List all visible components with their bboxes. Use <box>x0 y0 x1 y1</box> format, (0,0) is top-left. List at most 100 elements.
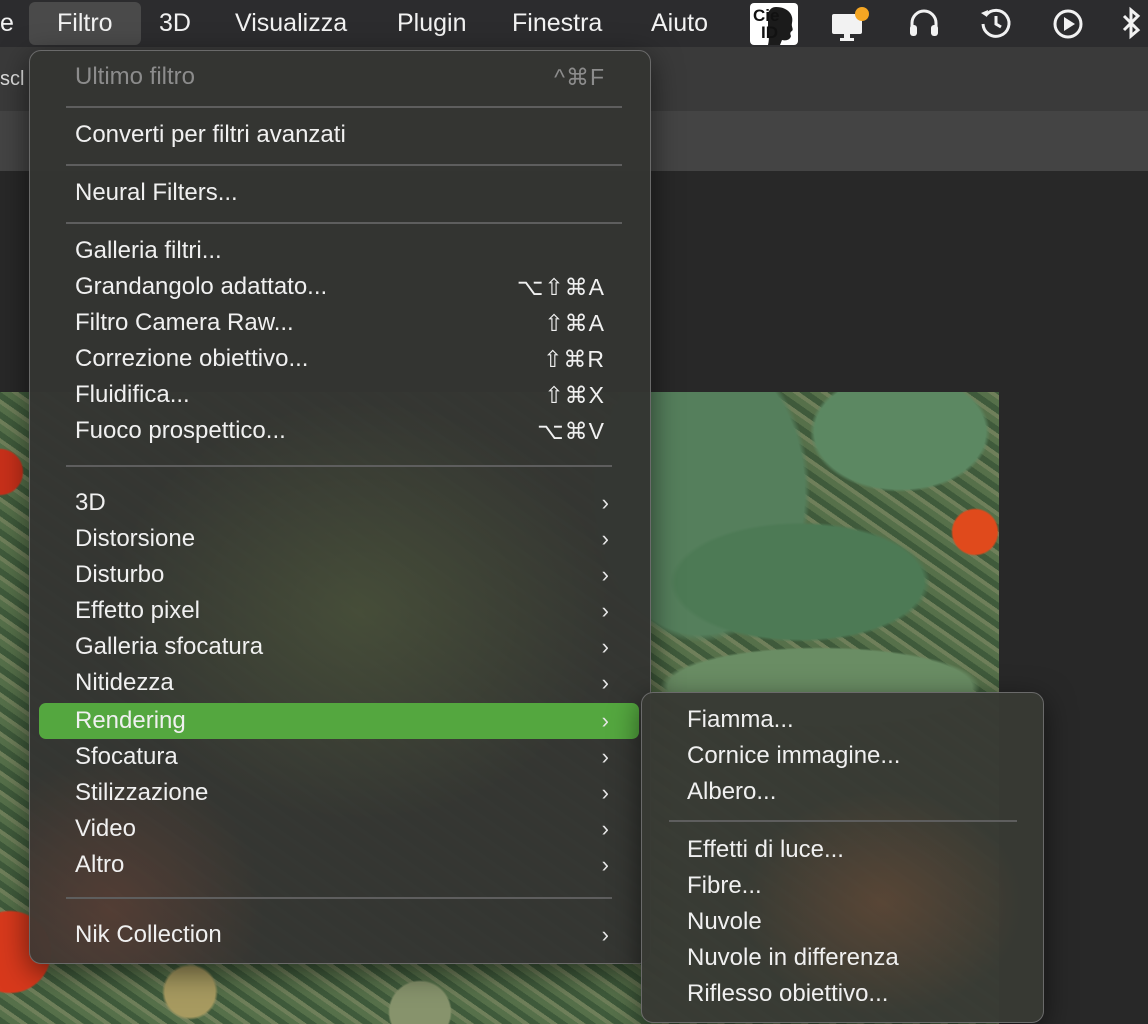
shortcut-label: ⇧⌘R <box>543 346 605 372</box>
menu-item-label: Video <box>75 815 136 842</box>
menu-item-label: Fibre... <box>687 872 762 899</box>
menu-item-label: Fiamma... <box>687 706 794 733</box>
menu-item-label: Altro <box>75 851 125 878</box>
menu-item-label: Nik Collection <box>75 921 222 948</box>
menu-item-nitidezza[interactable]: Nitidezza › <box>75 665 623 701</box>
menu-item-fuoco-prospettico[interactable]: Fuoco prospettico... ⌥⌘V <box>75 413 623 449</box>
menu-finestra[interactable]: Finestra <box>512 0 602 47</box>
chevron-right-icon: › <box>601 852 609 877</box>
time-machine-icon[interactable] <box>978 5 1014 41</box>
menu-item-label: Correzione obiettivo... <box>75 345 309 372</box>
menu-separator <box>66 897 612 899</box>
menu-item-label: Nuvole in differenza <box>687 944 899 971</box>
chevron-right-icon: › <box>601 526 609 551</box>
menu-item-converti-filtri-avanzati[interactable]: Converti per filtri avanzati <box>75 117 623 153</box>
submenu-item-fiamma[interactable]: Fiamma... <box>687 702 1007 738</box>
menu-item-video[interactable]: Video › <box>75 811 623 847</box>
chevron-right-icon: › <box>601 922 609 947</box>
menu-item-galleria-filtri[interactable]: Galleria filtri... <box>75 233 623 269</box>
shortcut-label: ^⌘F <box>554 64 605 90</box>
menu-item-label: Galleria filtri... <box>75 237 222 264</box>
submenu-item-cornice-immagine[interactable]: Cornice immagine... <box>687 738 1007 774</box>
chevron-right-icon: › <box>601 490 609 515</box>
menu-item-label: Cornice immagine... <box>687 742 901 769</box>
menu-item-effetto-pixel[interactable]: Effetto pixel › <box>75 593 623 629</box>
play-icon[interactable] <box>1050 5 1086 41</box>
chevron-right-icon: › <box>601 634 609 659</box>
menu-item-label: Sfocatura <box>75 743 178 770</box>
submenu-item-effetti-di-luce[interactable]: Effetti di luce... <box>687 832 1007 868</box>
menu-item-label: Rendering <box>75 707 186 734</box>
cie-text-1: Cie <box>753 6 780 25</box>
menu-item-rendering[interactable]: Rendering › <box>75 703 623 739</box>
menu-aiuto[interactable]: Aiuto <box>651 0 708 47</box>
chevron-right-icon: › <box>601 816 609 841</box>
menu-separator <box>66 106 622 108</box>
menu-item-label: Distorsione <box>75 525 196 552</box>
menu-item-label: Effetto pixel <box>75 597 200 624</box>
shortcut-label: ⇧⌘A <box>544 310 605 336</box>
menu-separator <box>669 820 1017 822</box>
chevron-right-icon: › <box>601 780 609 805</box>
headphones-icon[interactable] <box>906 5 942 41</box>
submenu-item-riflesso-obiettivo[interactable]: Riflesso obiettivo... <box>687 976 1007 1012</box>
rendering-submenu: Fiamma... Cornice immagine... Albero... … <box>641 692 1044 1023</box>
toolbar-partial-text[interactable]: scl <box>0 68 24 91</box>
shortcut-label: ⇧⌘X <box>544 382 605 408</box>
menu-item-ultimo-filtro[interactable]: Ultimo filtro ^⌘F <box>75 59 623 95</box>
menu-item-label: Fuoco prospettico... <box>75 417 286 444</box>
shortcut-label: ⌥⇧⌘A <box>516 274 605 300</box>
menu-item-label: Nitidezza <box>75 669 174 696</box>
menu-item-altro[interactable]: Altro › <box>75 847 623 883</box>
submenu-item-nuvole-in-differenza[interactable]: Nuvole in differenza <box>687 940 1007 976</box>
menu-item-sfocatura[interactable]: Sfocatura › <box>75 739 623 775</box>
menu-bar: e Filtro 3D Visualizza Plugin Finestra A… <box>0 0 1148 47</box>
menu-3d[interactable]: 3D <box>159 0 191 47</box>
menu-separator <box>66 164 622 166</box>
menu-item-label: Ultimo filtro <box>75 63 196 90</box>
menu-item-correzione-obiettivo[interactable]: Correzione obiettivo... ⇧⌘R <box>75 341 623 377</box>
bluetooth-icon[interactable] <box>1116 5 1148 41</box>
chevron-right-icon: › <box>601 598 609 623</box>
cie-text-2: ID <box>761 23 778 42</box>
submenu-item-albero[interactable]: Albero... <box>687 774 1007 810</box>
menu-filtro[interactable]: Filtro <box>29 2 141 45</box>
menu-item-label: Stilizzazione <box>75 779 209 806</box>
menu-item-disturbo[interactable]: Disturbo › <box>75 557 623 593</box>
menu-modifica-partial[interactable]: e <box>0 0 14 47</box>
menu-item-galleria-sfocatura[interactable]: Galleria sfocatura › <box>75 629 623 665</box>
chevron-right-icon: › <box>601 562 609 587</box>
menu-item-filtro-camera-raw[interactable]: Filtro Camera Raw... ⇧⌘A <box>75 305 623 341</box>
menu-item-label: Converti per filtri avanzati <box>75 121 346 148</box>
menu-item-label: Filtro Camera Raw... <box>75 309 294 336</box>
menu-plugin[interactable]: Plugin <box>397 0 467 47</box>
menu-item-label: Riflesso obiettivo... <box>687 980 889 1007</box>
chevron-right-icon: › <box>601 670 609 695</box>
menu-item-stilizzazione[interactable]: Stilizzazione › <box>75 775 623 811</box>
chevron-right-icon: › <box>601 708 609 733</box>
menu-item-label: Neural Filters... <box>75 179 238 206</box>
menu-separator <box>66 222 622 224</box>
submenu-item-fibre[interactable]: Fibre... <box>687 868 1007 904</box>
menu-item-label: Fluidifica... <box>75 381 190 408</box>
menu-item-nik-collection[interactable]: Nik Collection › <box>75 917 623 953</box>
menu-item-label: 3D <box>75 489 106 516</box>
menu-item-label: Galleria sfocatura <box>75 633 264 660</box>
menu-item-label: Effetti di luce... <box>687 836 844 863</box>
menu-item-label: Albero... <box>687 778 777 805</box>
shortcut-label: ⌥⌘V <box>537 418 605 444</box>
menu-item-grandangolo-adattato[interactable]: Grandangolo adattato... ⌥⇧⌘A <box>75 269 623 305</box>
menu-visualizza[interactable]: Visualizza <box>235 0 347 47</box>
cie-id-icon[interactable]: Cie ID <box>750 3 798 45</box>
chevron-right-icon: › <box>601 744 609 769</box>
menu-item-label: Grandangolo adattato... <box>75 273 328 300</box>
menu-item-3d[interactable]: 3D › <box>75 485 623 521</box>
menu-item-label: Disturbo <box>75 561 165 588</box>
menu-item-distorsione[interactable]: Distorsione › <box>75 521 623 557</box>
menu-item-neural-filters[interactable]: Neural Filters... <box>75 175 623 211</box>
display-notification-icon[interactable] <box>830 5 869 41</box>
menu-separator <box>66 465 612 467</box>
submenu-item-nuvole[interactable]: Nuvole <box>687 904 1007 940</box>
filtro-menu: Ultimo filtro ^⌘F Converti per filtri av… <box>29 50 651 964</box>
menu-item-fluidifica[interactable]: Fluidifica... ⇧⌘X <box>75 377 623 413</box>
